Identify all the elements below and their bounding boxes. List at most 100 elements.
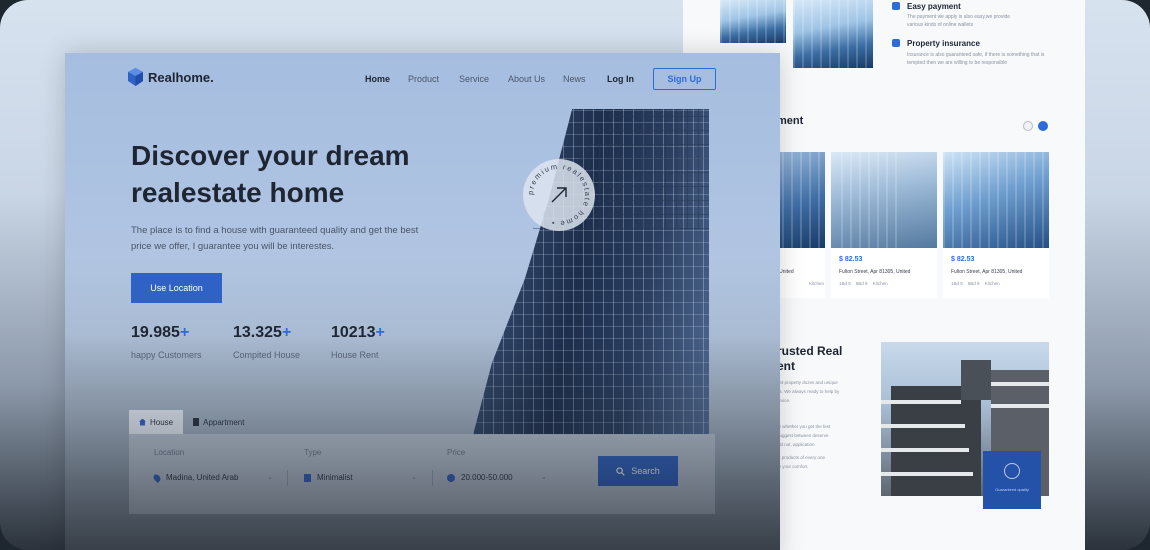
dollar-icon: [447, 473, 455, 482]
price-value: 20.000-50.000: [461, 473, 513, 482]
apartment-card[interactable]: $ 82.53 Fulton Street, Apr 81305, United…: [831, 152, 937, 298]
card-meta: 1Bd 9 5Bd 9 Kitchen: [951, 281, 1000, 286]
quality-badge: Guaranteed quality: [983, 451, 1041, 509]
stat-suffix: +: [375, 324, 385, 341]
stat-value: 19.985: [131, 324, 180, 341]
type-label: Type: [304, 448, 322, 457]
stat-happy-customers: 19.985+: [131, 324, 189, 342]
tab-label: Appartment: [203, 417, 245, 427]
apartment-card[interactable]: $ 82.53 Fulton Street, Apr 81305, United…: [943, 152, 1049, 298]
apartment-section-heading: ment: [777, 115, 804, 127]
price-label: Price: [447, 448, 466, 457]
stat-house-rent: 10213+: [331, 324, 385, 342]
nav-news[interactable]: News: [563, 74, 586, 84]
hero-building-image-left: [720, 0, 786, 43]
screenshot-frame: Easy payment The payment we apply is als…: [0, 0, 1150, 550]
price-select[interactable]: 20.000-50.000: [447, 473, 513, 482]
kitchen-label: Kitchen: [984, 281, 1000, 286]
type-value: Minimalist: [317, 473, 353, 482]
front-page: premium realestate home • Realhome. Home…: [65, 53, 780, 550]
hero-subtitle-line2: price we offer, I guarantee you will be …: [131, 241, 335, 252]
feature-desc-insurance-2: tempted then we are willing to be respon…: [907, 60, 1008, 66]
feature-desc-payment-1: The payment we apply is also easy,we pro…: [907, 14, 1011, 20]
chevron-down-icon[interactable]: ⌄: [541, 473, 547, 481]
location-value: Madina, United Arab: [166, 473, 239, 482]
trusted-text: er whether you get the fest: [777, 424, 831, 429]
tab-house[interactable]: House: [129, 410, 184, 434]
search-button[interactable]: Search: [598, 456, 678, 486]
feature-desc-payment-2: various kinds of online wallets: [907, 22, 974, 28]
skyscraper-image: [473, 109, 709, 435]
hero-subtitle: The place is to find a house with guaran…: [131, 223, 441, 255]
insurance-icon: [892, 39, 900, 47]
chevron-down-icon[interactable]: ⌄: [411, 473, 417, 481]
nav-service[interactable]: Service: [459, 74, 489, 84]
prev-page-button[interactable]: [1023, 121, 1033, 131]
stat-label: House Rent: [331, 350, 379, 360]
trusted-text: us. We always ready to help by: [777, 389, 840, 394]
stat-value: 10213: [331, 324, 376, 341]
type-select[interactable]: Minimalist: [304, 473, 353, 482]
card-address: Fulton Street, Apr 81305, United: [839, 269, 911, 275]
hero-title-line2: realestate home: [131, 177, 345, 208]
login-link[interactable]: Log In: [607, 74, 634, 84]
nav-about-us[interactable]: About Us: [508, 74, 545, 84]
search-tabs: House Appartment: [129, 410, 254, 434]
badge-text: Guaranteed quality: [995, 487, 1029, 492]
arrow-up-right-icon: [551, 187, 567, 203]
bath-count: 5Bd 9: [967, 281, 980, 286]
stat-label: happy Customers: [131, 350, 202, 360]
bath-count: 5Bd 9: [855, 281, 868, 286]
card-meta: Kitchen: [809, 281, 825, 286]
signup-button[interactable]: Sign Up: [653, 68, 716, 90]
payment-icon: [892, 2, 900, 10]
hero-title-line1: Discover your dream: [131, 140, 410, 171]
trusted-text: ent property dozes and unique: [777, 380, 838, 385]
trusted-text: re your comfort.: [777, 464, 809, 469]
hero-title: Discover your dream realestate home: [131, 137, 461, 211]
divider: [287, 470, 288, 486]
card-meta: 1Bd 9 5Bd 9 Kitchen: [839, 281, 888, 286]
bed-count: 1Bd 9: [951, 281, 963, 286]
building-icon: [304, 473, 311, 482]
stat-suffix: +: [281, 324, 292, 341]
trusted-text: uld not. application: [777, 442, 815, 447]
feature-title-payment: Easy payment: [907, 2, 961, 11]
nav-home[interactable]: Home: [365, 74, 390, 84]
stat-label: Compited House: [233, 350, 301, 360]
cube-logo-icon: [128, 68, 143, 86]
next-page-button[interactable]: [1038, 121, 1048, 131]
apartment-icon: [193, 418, 200, 426]
location-select[interactable]: Madina, United Arab: [152, 472, 239, 483]
brand-name: Realhome.: [148, 69, 214, 85]
tab-appartment[interactable]: Appartment: [183, 410, 254, 434]
premium-seal: premium realestate home •: [523, 159, 595, 231]
search-button-label: Search: [631, 466, 660, 476]
feature-desc-insurance-1: Insurance is also guaranteed safe, if th…: [907, 52, 1045, 58]
house-icon: [139, 418, 146, 426]
tab-label: House: [150, 417, 174, 427]
location-pin-icon: [152, 472, 162, 483]
chevron-down-icon[interactable]: ⌄: [267, 473, 273, 481]
trusted-text: st products of every one: [777, 455, 826, 460]
search-icon: [616, 466, 625, 476]
location-label: Location: [154, 448, 185, 457]
hero-subtitle-line1: The place is to find a house with guaran…: [131, 225, 419, 236]
search-panel: Location Madina, United Arab ⌄ Type Mini…: [129, 434, 715, 514]
trusted-text: ouggest between deserve: [777, 433, 829, 438]
hero-building-image-right: [793, 0, 873, 68]
stat-value: 13.325: [233, 324, 282, 341]
kitchen-label: Kitchen: [872, 281, 888, 286]
card-address: Fulton Street, Apr 81305, United: [951, 269, 1023, 275]
card-price: $ 82.53: [839, 256, 863, 263]
bed-count: 1Bd 9: [839, 281, 851, 286]
nav-product[interactable]: Product: [408, 74, 439, 84]
feature-title-insurance: Property insurance: [907, 39, 980, 48]
brand-logo[interactable]: Realhome.: [128, 68, 214, 86]
use-location-button[interactable]: Use Location: [131, 273, 222, 303]
trusted-heading-line1: rusted Real: [777, 344, 843, 358]
stat-suffix: +: [179, 324, 190, 341]
shield-icon: [1004, 463, 1020, 479]
divider: [432, 470, 433, 486]
card-price: $ 82.53: [951, 256, 975, 263]
